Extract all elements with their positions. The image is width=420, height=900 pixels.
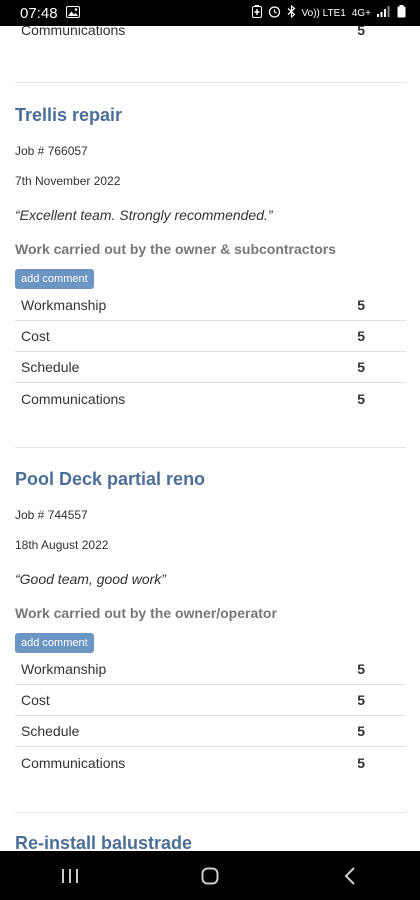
rating-label: Cost	[21, 328, 50, 344]
job-card-trellis-repair: Trellis repair Job # 766057 7th November…	[15, 104, 406, 414]
job-date: 18th August 2022	[15, 538, 109, 552]
rating-score: 5	[357, 359, 365, 375]
status-bar: 07:48 Vo)) LTE1 4G+	[0, 0, 420, 26]
work-carried-out: Work carried out by the owner/operator	[15, 605, 277, 621]
battery-icon	[397, 5, 406, 21]
rating-row-communications: Communications 5	[15, 747, 406, 778]
signal-type-label: 4G+	[351, 7, 371, 19]
ratings-table: Workmanship 5 Cost 5 Schedule 5 Communic…	[15, 290, 406, 414]
review-quote: “Excellent team. Strongly recommended.”	[15, 207, 273, 223]
rating-label: Communications	[21, 754, 126, 771]
section-divider	[15, 82, 406, 83]
home-icon[interactable]	[180, 856, 240, 896]
reviews-list[interactable]: Communications 5 Trellis repair Job # 76…	[0, 26, 420, 851]
rating-score: 5	[357, 692, 365, 708]
system-nav-bar	[0, 851, 420, 900]
rating-label: Communications	[21, 26, 126, 38]
work-carried-out: Work carried out by the owner & subcontr…	[15, 241, 337, 257]
section-divider	[15, 447, 406, 448]
rating-score: 5	[357, 26, 365, 38]
add-comment-button[interactable]: add comment	[15, 633, 94, 653]
rating-label: Workmanship	[21, 297, 107, 313]
rating-row-communications: Communications 5	[15, 383, 406, 414]
job-number: Job # 766057	[15, 144, 88, 158]
rating-row-workmanship: Workmanship 5	[15, 290, 406, 321]
rating-row-schedule: Schedule 5	[15, 352, 406, 383]
rating-score: 5	[357, 754, 365, 771]
clock: 07:48	[20, 4, 58, 22]
rating-label: Workmanship	[21, 661, 107, 677]
job-title[interactable]: Re-install balustrade	[15, 832, 406, 851]
rating-label: Schedule	[21, 359, 80, 375]
image-icon	[65, 5, 80, 22]
add-comment-button[interactable]: add comment	[15, 269, 94, 289]
battery-saver-icon	[251, 5, 262, 21]
section-divider	[15, 812, 406, 813]
rating-score: 5	[357, 661, 365, 677]
rating-score: 5	[357, 328, 365, 344]
rating-score: 5	[357, 723, 365, 739]
job-date: 7th November 2022	[15, 174, 121, 188]
rating-label: Schedule	[21, 723, 80, 739]
recents-icon[interactable]	[40, 856, 100, 896]
rating-row-cost: Cost 5	[15, 321, 406, 352]
job-title[interactable]: Trellis repair	[15, 104, 406, 126]
rating-score: 5	[357, 297, 365, 313]
signal-icon	[377, 6, 391, 20]
rating-row-workmanship: Workmanship 5	[15, 654, 406, 685]
rating-row-schedule: Schedule 5	[15, 716, 406, 747]
bluetooth-icon	[287, 4, 296, 21]
rating-score: 5	[357, 390, 365, 407]
review-quote: “Good team, good work”	[15, 571, 166, 587]
rating-label: Cost	[21, 692, 50, 708]
job-card-pool-deck: Pool Deck partial reno Job # 744557 18th…	[15, 468, 406, 778]
job-number: Job # 744557	[15, 508, 88, 522]
rating-row-cost: Cost 5	[15, 685, 406, 716]
alarm-icon	[268, 5, 281, 21]
rating-label: Communications	[21, 390, 126, 407]
back-icon[interactable]	[320, 856, 380, 896]
network-label: Vo)) LTE1	[301, 7, 346, 19]
rating-row-partial: Communications 5	[15, 26, 406, 42]
ratings-table: Workmanship 5 Cost 5 Schedule 5 Communic…	[15, 654, 406, 778]
job-title[interactable]: Pool Deck partial reno	[15, 468, 406, 490]
job-card-balustrade: Re-install balustrade	[15, 832, 406, 851]
